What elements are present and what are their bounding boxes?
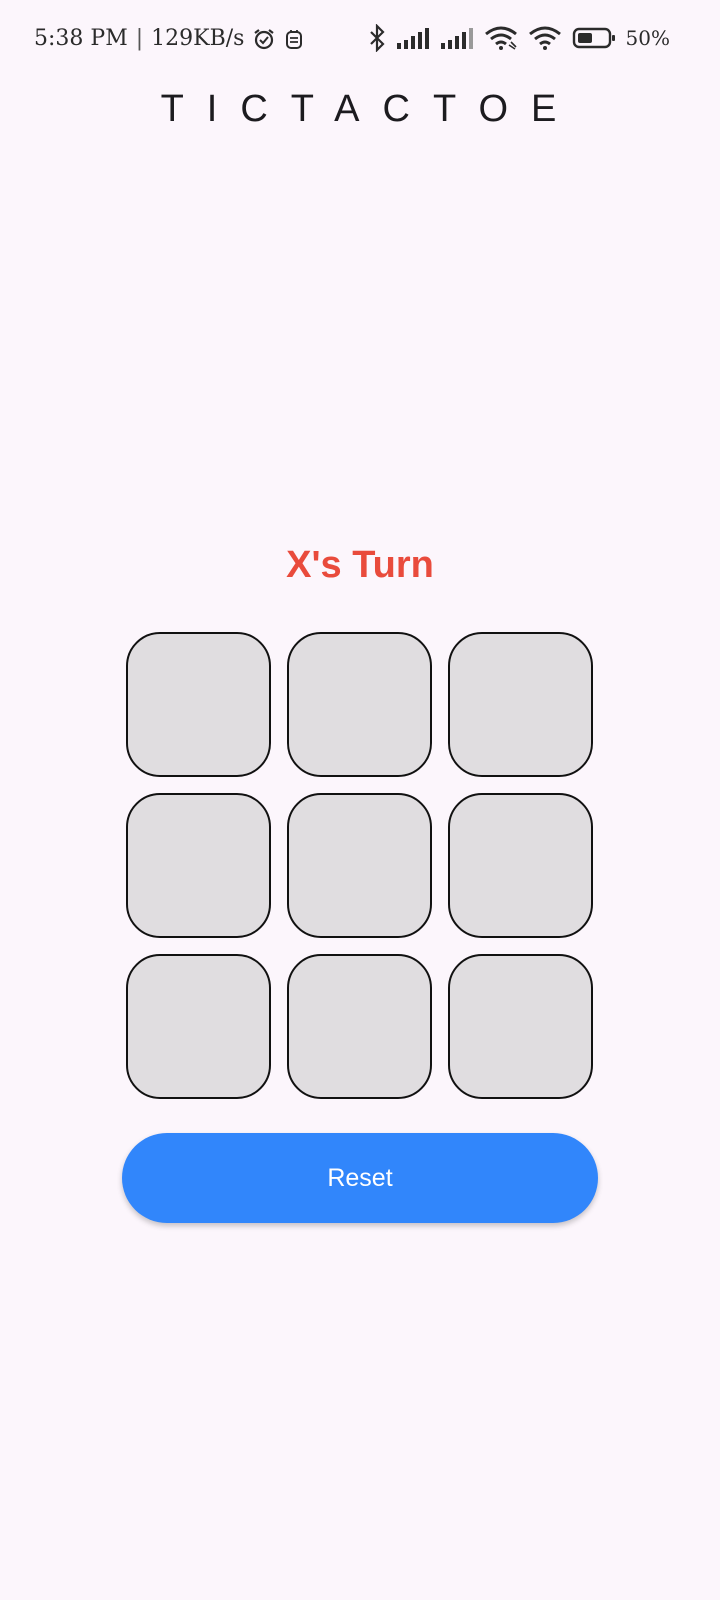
board-cell[interactable] <box>126 793 271 938</box>
board-cell[interactable] <box>287 793 432 938</box>
turn-indicator: X's Turn <box>286 544 434 586</box>
app-title: TICTACTOE <box>160 88 580 130</box>
status-bar: 5:38 PM | 129KB/s 50% <box>0 0 720 80</box>
board-cell[interactable] <box>126 632 271 777</box>
notification-icon <box>284 27 304 51</box>
network-speed: 129KB/s <box>151 26 245 51</box>
game-board <box>126 632 594 1100</box>
status-right: 50% <box>368 24 670 52</box>
reset-button[interactable]: Reset <box>122 1133 598 1223</box>
status-separator: | <box>135 26 144 51</box>
board-cell[interactable] <box>287 954 432 1099</box>
battery-icon <box>572 26 616 50</box>
alarm-icon <box>252 27 276 51</box>
board-cell[interactable] <box>126 954 271 1099</box>
board-cell[interactable] <box>287 632 432 777</box>
wifi-icon <box>528 25 562 51</box>
board-cell[interactable] <box>448 954 593 1099</box>
board-cell[interactable] <box>448 793 593 938</box>
bluetooth-icon <box>368 24 386 52</box>
battery-percent: 50% <box>625 26 670 50</box>
status-left: 5:38 PM | 129KB/s <box>34 26 304 51</box>
wifi-icon <box>484 25 518 51</box>
status-time: 5:38 PM <box>34 26 128 51</box>
board-cell[interactable] <box>448 632 593 777</box>
signal-icon <box>396 26 430 50</box>
signal-icon <box>440 26 474 50</box>
